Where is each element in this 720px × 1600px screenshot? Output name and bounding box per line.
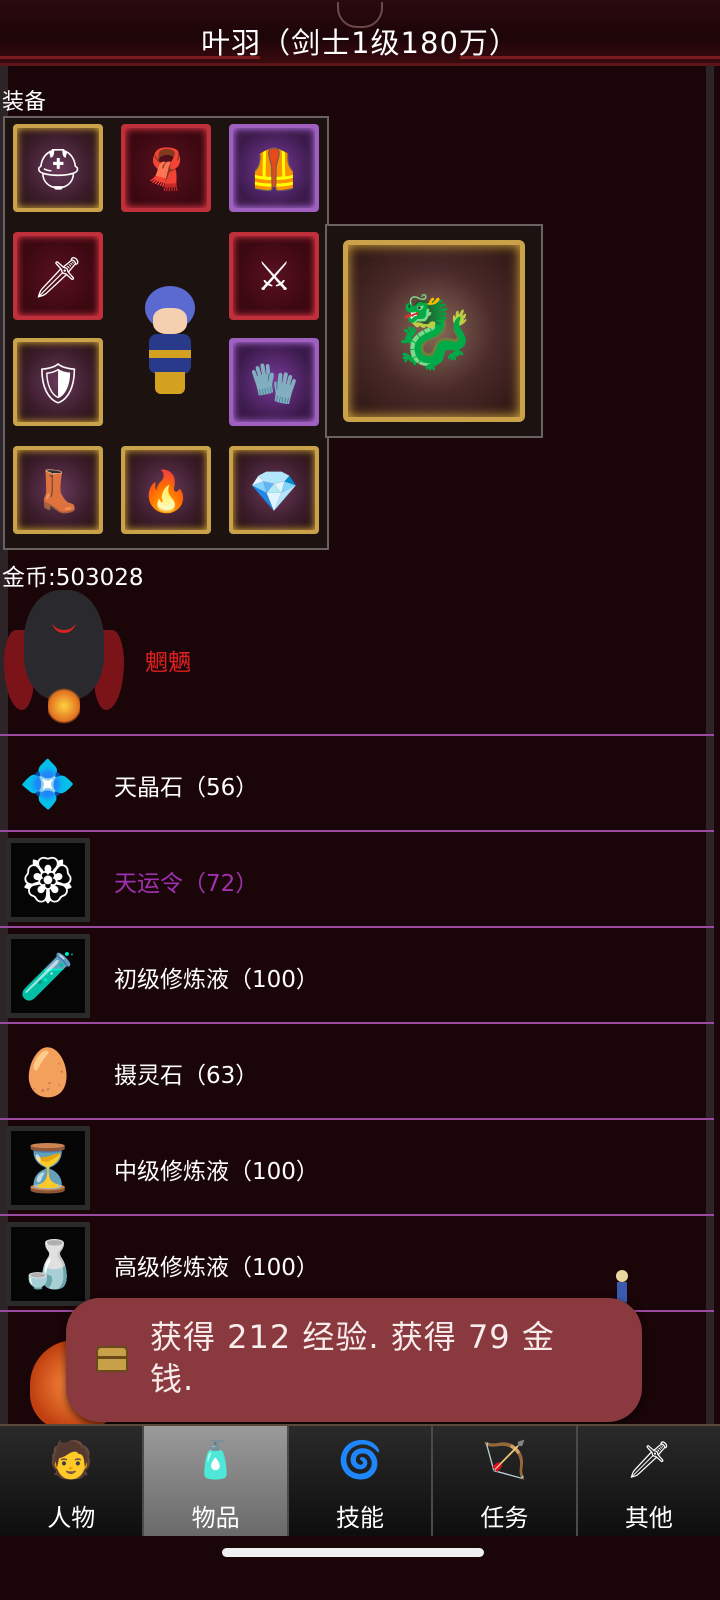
- character-icon: 🧑: [48, 1440, 94, 1481]
- equip-slot-shield[interactable]: 🛡: [13, 338, 103, 426]
- item-label: 天晶石（56）: [114, 775, 259, 801]
- equip-slot-gauntlet[interactable]: 🧤: [229, 338, 319, 426]
- equipment-grid: ⛑ 🧣 🦺 🗡 ⚔ 🛡 🧤 👢 🔥 💎: [3, 116, 329, 550]
- equip-slot-offhand[interactable]: ⚔: [229, 232, 319, 320]
- gold-balance: 金币:503028: [2, 565, 144, 591]
- tab-items[interactable]: 🧴 物品: [144, 1426, 289, 1536]
- equip-slot-weapon[interactable]: 🗡: [13, 232, 103, 320]
- toast-message: 获得 212 经验. 获得 79 金钱.: [150, 1318, 555, 1398]
- tab-skills[interactable]: 🌀 技能: [289, 1426, 434, 1536]
- vial-icon: 🧪: [6, 934, 90, 1018]
- equip-slot-amulet[interactable]: 💎: [229, 446, 319, 534]
- fortune-token-icon: 🏵: [6, 838, 90, 922]
- hero-avatar: [135, 286, 205, 396]
- hourglass-flask-icon: ⏳: [6, 1126, 90, 1210]
- golden-sword-icon: ⚔: [256, 254, 292, 300]
- item-label: 初级修炼液（100）: [114, 967, 319, 993]
- item-label: 中级修炼液（100）: [114, 1159, 319, 1185]
- item-row[interactable]: 🏵 天运令（72）: [0, 830, 714, 926]
- home-indicator[interactable]: [222, 1548, 484, 1557]
- tab-character[interactable]: 🧑 人物: [0, 1426, 145, 1536]
- helmet-icon: ⛑: [32, 147, 84, 193]
- equip-slot-belt[interactable]: 🔥: [121, 446, 211, 534]
- item-row[interactable]: 💠 天晶石（56）: [0, 734, 714, 830]
- tab-quests[interactable]: 🏹 任务: [433, 1426, 578, 1536]
- equip-slot-cape[interactable]: 🧣: [121, 124, 211, 212]
- pet-avatar[interactable]: [4, 590, 124, 740]
- item-row[interactable]: ⏳ 中级修炼液（100）: [0, 1118, 714, 1214]
- tab-label: 任务: [480, 1504, 529, 1532]
- spirit-egg-icon: 🥚: [19, 1044, 77, 1099]
- equipment-label: 装备: [2, 90, 47, 115]
- tab-label: 其他: [624, 1504, 673, 1532]
- cape-icon: 🧣: [141, 147, 191, 193]
- skill-orb-icon: 🌀: [337, 1440, 383, 1481]
- winged-flask-icon: 🍶: [6, 1222, 90, 1306]
- item-row[interactable]: 🍶 高级修炼液（100）: [0, 1214, 714, 1310]
- tab-other[interactable]: 🗡 其他: [578, 1426, 720, 1536]
- treasure-chest-icon: [96, 1346, 128, 1372]
- item-label: 高级修炼液（100）: [114, 1255, 319, 1281]
- quest-icon: 🏹: [482, 1440, 527, 1481]
- tab-label: 物品: [191, 1504, 240, 1532]
- tab-label: 技能: [336, 1504, 385, 1532]
- equip-slot-boots[interactable]: 👢: [13, 446, 103, 534]
- gauntlet-icon: 🧤: [249, 361, 299, 407]
- item-row[interactable]: 🥚 摄灵石（63）: [0, 1022, 714, 1118]
- boots-icon: 👢: [33, 469, 83, 515]
- armor-icon: 🦺: [249, 147, 299, 193]
- crystal-icon: 💠: [19, 756, 77, 811]
- page-title: 叶羽（剑士1级180万）: [201, 26, 519, 60]
- sword-icon: 🗡: [32, 255, 84, 301]
- mount-panel: 🐉: [325, 224, 543, 438]
- item-label: 天运令（72）: [114, 871, 259, 897]
- title-bar: 叶羽（剑士1级180万）: [0, 0, 720, 66]
- potion-icon: 🧴: [193, 1440, 239, 1481]
- bottom-tab-bar: 🧑 人物 🧴 物品 🌀 技能 🏹 任务 🗡 其他: [0, 1424, 720, 1536]
- equip-slot-helmet[interactable]: ⛑: [13, 124, 103, 212]
- item-row[interactable]: 🧪 初级修炼液（100）: [0, 926, 714, 1022]
- flame-armor-icon: 🔥: [141, 469, 191, 515]
- tab-label: 人物: [47, 1504, 96, 1532]
- item-label: 摄灵石（63）: [114, 1063, 259, 1089]
- beast-mount-icon: 🐉: [390, 291, 478, 373]
- pet-name[interactable]: 魍魉: [145, 643, 191, 677]
- ruby-amulet-icon: 💎: [249, 469, 299, 515]
- other-icon: 🗡: [625, 1440, 672, 1481]
- reward-toast: 获得 212 经验. 获得 79 金钱.: [66, 1298, 642, 1422]
- equip-slot-armor[interactable]: 🦺: [229, 124, 319, 212]
- mount-slot[interactable]: 🐉: [343, 240, 525, 422]
- shield-icon: 🛡: [32, 361, 84, 407]
